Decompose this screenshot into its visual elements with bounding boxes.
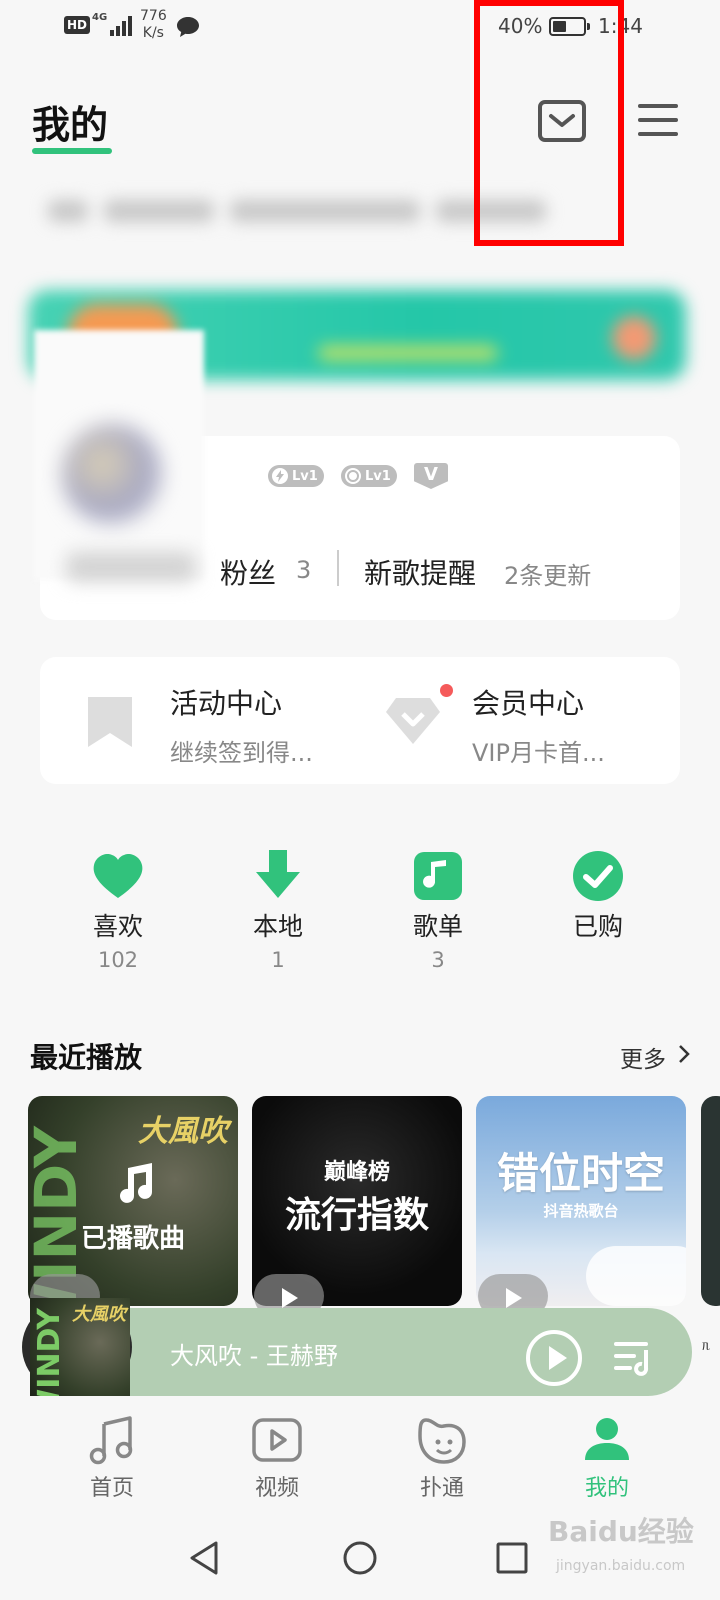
listen-level-text: Lv1 — [365, 468, 391, 484]
quick-action-playlists[interactable]: 歌单 3 — [378, 848, 498, 976]
local-label: 本地 — [252, 912, 303, 941]
network-speed-value: 776 — [140, 8, 167, 24]
speed-level-badge[interactable]: Lv1 — [268, 465, 324, 487]
page-title: 我的 — [32, 103, 109, 147]
activity-center-title[interactable]: 活动中心 — [170, 682, 282, 722]
tab-mine[interactable]: 我的 — [547, 1414, 667, 1502]
recent-item-label: 流行指数 — [284, 1195, 429, 1236]
fans-label[interactable]: 粉丝 — [220, 552, 276, 592]
face-icon — [416, 1414, 468, 1466]
hd-indicator: HD — [64, 16, 91, 34]
recents-icon[interactable] — [496, 1542, 528, 1578]
playlist-queue-icon[interactable] — [612, 1336, 656, 1382]
back-icon[interactable] — [188, 1540, 220, 1580]
disc-icon — [345, 468, 361, 484]
chat-bubble-icon — [176, 16, 200, 42]
quick-action-likes[interactable]: 喜欢 102 — [58, 848, 178, 976]
lightning-icon — [272, 468, 288, 484]
likes-label: 喜欢 — [92, 912, 143, 941]
music-note-icon — [112, 1160, 158, 1210]
divider — [337, 550, 339, 586]
cover-title: 大風吹 — [138, 1114, 228, 1149]
title-underline — [32, 148, 112, 154]
diamond-icon — [384, 696, 442, 746]
new-song-label[interactable]: 新歌提醒 — [364, 552, 476, 592]
new-song-value[interactable]: 2条更新 — [504, 556, 591, 591]
notification-dot — [440, 684, 453, 697]
recent-item-partial[interactable] — [701, 1096, 720, 1306]
tab-mine-label: 我的 — [584, 1476, 629, 1501]
watermark-logo: Baidu经验 — [548, 1515, 694, 1548]
network-speed-unit: K/s — [142, 25, 164, 41]
cover-small-text: 巅峰榜 — [323, 1160, 390, 1185]
watermark-url: jingyan.baidu.com — [556, 1558, 686, 1574]
tab-video-label: 视频 — [254, 1476, 299, 1501]
cover-small-text: 抖音热歌台 — [543, 1202, 619, 1220]
home-icon[interactable] — [342, 1540, 378, 1580]
quick-action-purchased[interactable]: 已购 — [538, 848, 658, 944]
playlists-label: 歌单 — [412, 912, 463, 941]
music-icon — [86, 1414, 138, 1466]
purchased-label: 已购 — [572, 912, 623, 941]
recent-item-label: 错位时空 — [496, 1149, 665, 1198]
music-note-icon — [410, 848, 466, 904]
likes-count: 102 — [97, 948, 139, 972]
person-icon — [581, 1414, 633, 1466]
listen-level-badge[interactable]: Lv1 — [341, 465, 397, 487]
video-icon — [251, 1414, 303, 1466]
playlists-count: 3 — [431, 948, 445, 972]
activity-center-subtitle[interactable]: 继续签到得... — [170, 733, 313, 768]
username-blurred — [66, 552, 196, 582]
tab-video[interactable]: 视频 — [217, 1414, 337, 1502]
player-cover-title: 大風吹 — [72, 1304, 126, 1325]
play-button[interactable] — [526, 1330, 582, 1386]
highlight-box — [474, 0, 624, 246]
tab-home[interactable]: 首页 — [52, 1414, 172, 1502]
hamburger-icon — [638, 104, 678, 136]
signal-icon — [102, 14, 132, 36]
recent-item-label: 已播歌曲 — [80, 1224, 185, 1254]
quick-action-local[interactable]: 本地 1 — [218, 848, 338, 976]
check-circle-icon — [570, 848, 626, 904]
chevron-right-icon[interactable] — [678, 1044, 690, 1068]
vip-center-title[interactable]: 会员中心 — [472, 682, 584, 722]
now-playing-title[interactable]: 大风吹 - 王赫野 — [170, 1336, 338, 1371]
vip-center-subtitle[interactable]: VIP月卡首... — [472, 733, 605, 768]
heart-icon — [90, 848, 146, 904]
tab-putong-label: 扑通 — [419, 1476, 464, 1501]
player-cover[interactable]: WINDY 大風吹 — [30, 1298, 130, 1396]
more-link[interactable]: 更多 — [620, 1040, 666, 1074]
fans-count[interactable]: 3 — [296, 556, 311, 584]
recent-title: 最近播放 — [30, 1041, 143, 1074]
avatar[interactable] — [62, 424, 162, 524]
tab-putong[interactable]: 扑通 — [382, 1414, 502, 1502]
menu-button[interactable] — [637, 100, 679, 140]
edge-text: ᥰ — [702, 1338, 711, 1354]
local-count: 1 — [271, 948, 285, 972]
download-icon — [250, 848, 306, 904]
network-speed: 776 K/s — [140, 8, 167, 42]
player-cover-side-text: WINDY — [32, 1308, 67, 1396]
tab-home-label: 首页 — [89, 1476, 134, 1501]
speed-level-text: Lv1 — [292, 468, 318, 484]
